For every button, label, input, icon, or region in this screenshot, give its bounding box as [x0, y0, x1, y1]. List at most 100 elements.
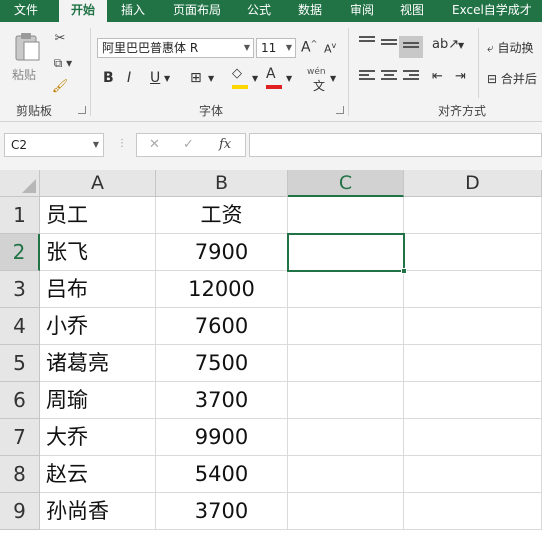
tab-excel-zixue[interactable]: Excel自学成才 — [452, 0, 532, 22]
format-painter-icon[interactable]: 🖌 — [50, 78, 70, 96]
tab-page-layout[interactable]: 页面布局 — [173, 0, 221, 22]
cell-d9[interactable] — [404, 493, 542, 530]
orientation-icon[interactable]: ab↗ — [432, 37, 459, 52]
cell-c3[interactable] — [288, 271, 404, 308]
row-header-6[interactable]: 6 — [0, 382, 40, 419]
copy-icon[interactable]: ⧉ ▾ — [50, 54, 76, 72]
increase-indent-icon[interactable]: ⇥ — [455, 69, 466, 84]
cell-c7[interactable] — [288, 419, 404, 456]
bold-button[interactable]: B — [103, 70, 114, 86]
name-box[interactable]: C2 ▼ — [4, 133, 104, 157]
align-middle-icon[interactable] — [381, 39, 397, 53]
align-left-icon[interactable] — [359, 70, 375, 84]
row-header-5[interactable]: 5 — [0, 345, 40, 382]
cell-b7[interactable]: 9900 — [156, 419, 288, 456]
cell-c4[interactable] — [288, 308, 404, 345]
cell-a4[interactable]: 小乔 — [40, 308, 156, 345]
grow-font-button[interactable]: A^ — [301, 39, 317, 56]
tab-view[interactable]: 视图 — [400, 0, 424, 22]
column-header-a[interactable]: A — [40, 170, 156, 197]
font-name-combo[interactable]: 阿里巴巴普惠体 R ▼ — [97, 38, 254, 58]
border-icon[interactable]: ⊞ — [190, 70, 202, 86]
chevron-down-icon[interactable]: ▼ — [252, 74, 258, 83]
more-options-icon[interactable]: ⋮ — [117, 138, 127, 149]
cell-a5[interactable]: 诸葛亮 — [40, 345, 156, 382]
cell-b5[interactable]: 7500 — [156, 345, 288, 382]
fill-handle[interactable] — [401, 268, 407, 274]
row-header-7[interactable]: 7 — [0, 419, 40, 456]
italic-button[interactable]: I — [127, 70, 131, 86]
cell-b6[interactable]: 3700 — [156, 382, 288, 419]
cancel-icon[interactable]: ✕ — [149, 137, 160, 152]
clipboard-launcher-icon[interactable] — [78, 106, 86, 114]
shrink-font-button[interactable]: Av — [324, 41, 336, 56]
cell-d3[interactable] — [404, 271, 542, 308]
chevron-down-icon[interactable]: ▼ — [286, 74, 292, 83]
chevron-down-icon[interactable]: ▼ — [208, 74, 214, 83]
cell-d8[interactable] — [404, 456, 542, 493]
cell-d1[interactable] — [404, 197, 542, 234]
paste-button[interactable]: 粘贴 — [10, 30, 44, 88]
align-right-icon[interactable] — [403, 70, 419, 84]
tab-review[interactable]: 审阅 — [350, 0, 374, 22]
wrap-text-button[interactable]: ⤶ 自动换 — [487, 39, 534, 56]
chevron-down-icon[interactable]: ▼ — [458, 41, 464, 50]
cell-a8[interactable]: 赵云 — [40, 456, 156, 493]
cell-b8[interactable]: 5400 — [156, 456, 288, 493]
merge-center-button[interactable]: ⊟ 合并后 — [487, 70, 537, 87]
cell-a9[interactable]: 孙尚香 — [40, 493, 156, 530]
cell-a1[interactable]: 员工 — [40, 197, 156, 234]
phonetic-button[interactable]: wén — [307, 67, 326, 77]
cell-d7[interactable] — [404, 419, 542, 456]
insert-function-icon[interactable]: fx — [219, 137, 231, 152]
cell-c1[interactable] — [288, 197, 404, 234]
cell-c5[interactable] — [288, 345, 404, 382]
cell-b2[interactable]: 7900 — [156, 234, 288, 271]
decrease-indent-icon[interactable]: ⇤ — [432, 69, 443, 84]
cell-b4[interactable]: 7600 — [156, 308, 288, 345]
tab-insert[interactable]: 插入 — [121, 0, 145, 22]
cell-d2[interactable] — [404, 234, 542, 271]
row-header-2[interactable]: 2 — [0, 234, 40, 271]
cell-c6[interactable] — [288, 382, 404, 419]
tab-formulas[interactable]: 公式 — [247, 0, 271, 22]
cell-c8[interactable] — [288, 456, 404, 493]
underline-button[interactable]: U — [150, 70, 160, 86]
row-header-8[interactable]: 8 — [0, 456, 40, 493]
cell-c9[interactable] — [288, 493, 404, 530]
font-color-button[interactable]: A — [266, 66, 282, 89]
select-all-button[interactable] — [0, 170, 40, 197]
tab-data[interactable]: 数据 — [298, 0, 322, 22]
cell-a3[interactable]: 吕布 — [40, 271, 156, 308]
chevron-down-icon[interactable]: ▼ — [164, 74, 170, 83]
cell-b3[interactable]: 12000 — [156, 271, 288, 308]
cell-b9[interactable]: 3700 — [156, 493, 288, 530]
cut-icon[interactable]: ✂ — [50, 30, 70, 48]
enter-icon[interactable]: ✓ — [183, 137, 194, 152]
cell-d5[interactable] — [404, 345, 542, 382]
row-header-3[interactable]: 3 — [0, 271, 40, 308]
cell-b1[interactable]: 工资 — [156, 197, 288, 234]
cell-d6[interactable] — [404, 382, 542, 419]
chevron-down-icon[interactable]: ▼ — [330, 74, 336, 83]
cell-d4[interactable] — [404, 308, 542, 345]
tab-home[interactable]: 开始 — [59, 0, 107, 22]
cell-a7[interactable]: 大乔 — [40, 419, 156, 456]
font-launcher-icon[interactable] — [336, 106, 344, 114]
tab-file[interactable]: 文件 — [14, 0, 38, 22]
cell-a2[interactable]: 张飞 — [40, 234, 156, 271]
column-header-c[interactable]: C — [288, 170, 404, 197]
row-header-9[interactable]: 9 — [0, 493, 40, 530]
align-top-icon[interactable] — [359, 36, 375, 50]
formula-input[interactable] — [249, 133, 542, 157]
align-center-icon[interactable] — [381, 70, 397, 84]
paste-label: 粘贴 — [12, 68, 37, 82]
column-header-b[interactable]: B — [156, 170, 288, 197]
font-size-combo[interactable]: 11 ▼ — [256, 38, 296, 58]
row-header-1[interactable]: 1 — [0, 197, 40, 234]
align-bottom-button[interactable] — [399, 36, 423, 58]
fill-color-button[interactable]: ◇ — [232, 66, 248, 89]
cell-a6[interactable]: 周瑜 — [40, 382, 156, 419]
row-header-4[interactable]: 4 — [0, 308, 40, 345]
column-header-d[interactable]: D — [404, 170, 542, 197]
